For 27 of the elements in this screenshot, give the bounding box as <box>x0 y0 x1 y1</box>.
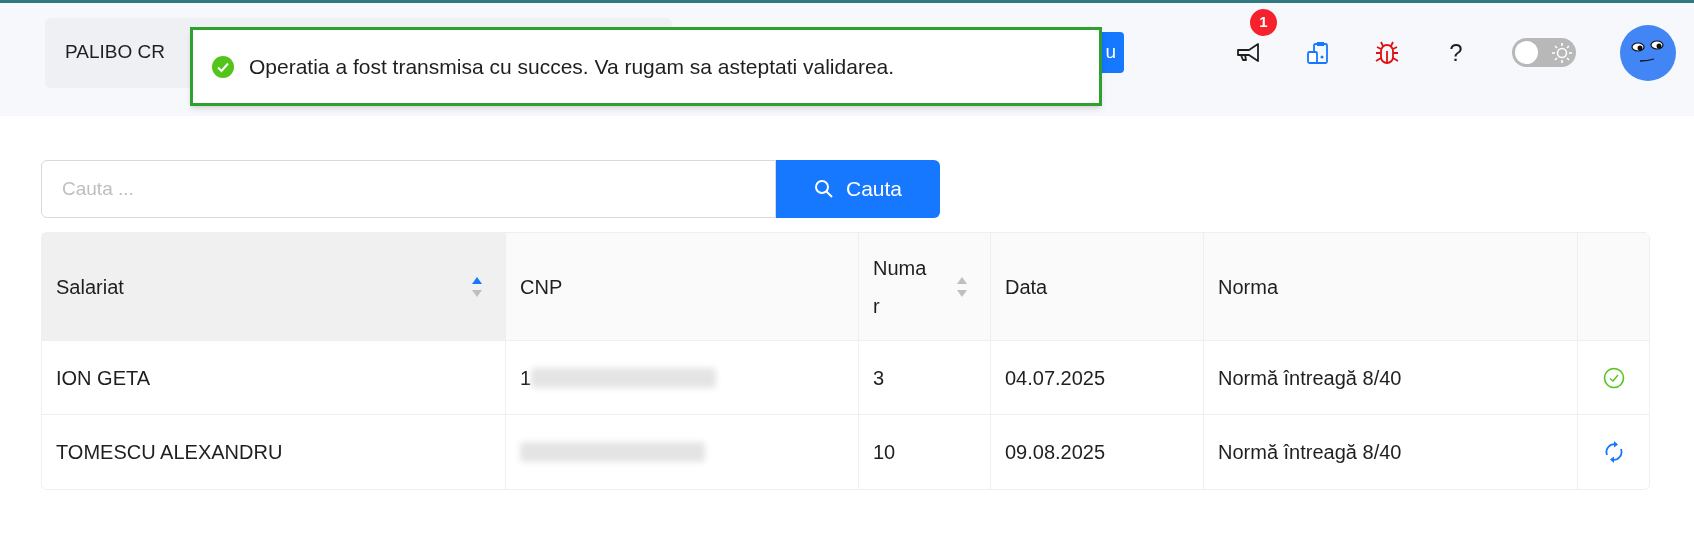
clipboard-icon[interactable] <box>1306 39 1330 66</box>
table-cell-text: 04.07.2025 <box>1005 365 1106 391</box>
help-icon[interactable]: ? <box>1444 40 1468 65</box>
toast-message: Operatia a fost transmisa cu succes. Va rugam sa asteptati validarea. <box>249 53 895 80</box>
table-cell-text: ION GETA <box>56 365 151 391</box>
bug-icon[interactable] <box>1374 39 1400 66</box>
table-cell-text: TOMESCU ALEXANDRU <box>56 440 283 465</box>
column-header[interactable]: Numar <box>859 233 991 340</box>
table-cell-text: Normă întreagă 8/40 <box>1218 440 1402 465</box>
avatar[interactable] <box>1620 24 1676 81</box>
table-cell-text: 10 <box>873 440 896 465</box>
table-cell-text: 09.08.2025 <box>1005 440 1106 465</box>
column-header: Data <box>991 233 1204 340</box>
column-header[interactable]: Salariat <box>42 233 506 340</box>
notification-badge: 1 <box>1250 8 1277 36</box>
table-cell-text: Normă întreagă 8/40 <box>1218 365 1402 391</box>
column-header: Norma <box>1204 233 1578 340</box>
table-cell-text: 3 <box>873 365 885 391</box>
check-circle-icon <box>211 54 235 79</box>
megaphone-icon[interactable] <box>1236 40 1262 65</box>
search-icon <box>813 179 834 199</box>
search-button[interactable]: Cauta <box>776 160 940 218</box>
sun-icon <box>1551 41 1573 64</box>
table-cell-text: 1 <box>520 365 532 391</box>
search-field[interactable]: Cauta ... <box>41 160 776 218</box>
theme-toggle[interactable] <box>1512 38 1576 67</box>
column-header: CNP <box>506 233 859 340</box>
